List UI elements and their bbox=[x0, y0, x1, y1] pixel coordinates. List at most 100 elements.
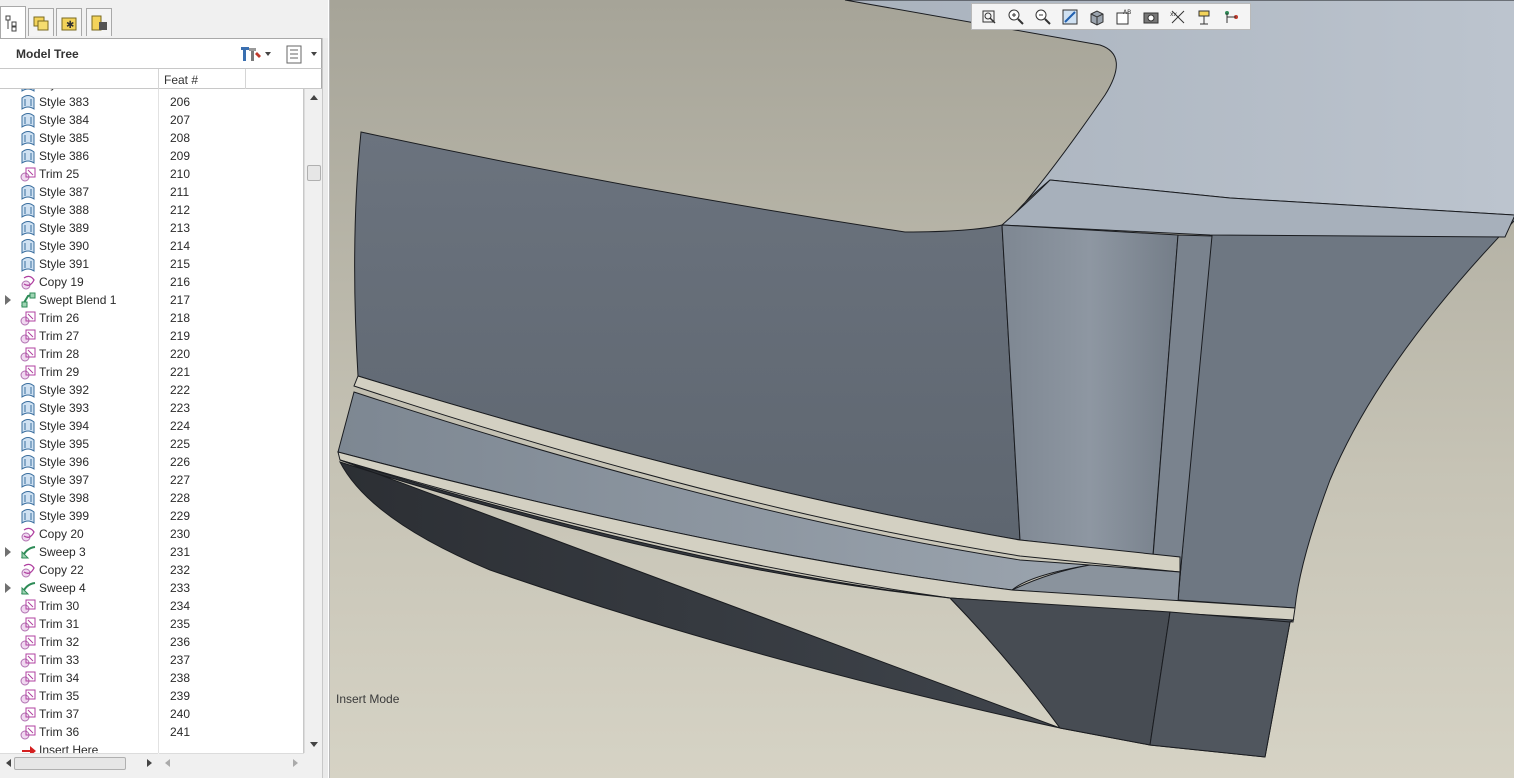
tree-row[interactable]: Sweep 4 233 bbox=[0, 579, 303, 597]
datum-display-button[interactable]: xx bbox=[1164, 5, 1191, 28]
expand-arrow-icon[interactable] bbox=[5, 295, 11, 305]
column-divider[interactable] bbox=[158, 69, 159, 89]
tree-row[interactable]: Swept Blend 1 217 bbox=[0, 291, 303, 309]
repaint-button[interactable] bbox=[1056, 5, 1083, 28]
tree-horizontal-scrollbar[interactable] bbox=[0, 753, 158, 771]
scroll-right-button[interactable] bbox=[141, 754, 158, 771]
graphics-viewport[interactable]: AB xx Insert Mode bbox=[329, 0, 1514, 778]
tree-row[interactable]: Style 389 213 bbox=[0, 219, 303, 237]
tree-row[interactable]: Trim 34 238 bbox=[0, 669, 303, 687]
scroll-thumb[interactable] bbox=[307, 165, 321, 181]
tree-row[interactable]: Trim 28 220 bbox=[0, 345, 303, 363]
feature-number: 221 bbox=[170, 365, 191, 379]
trim-icon bbox=[20, 365, 36, 380]
feat-number-column-header[interactable]: Feat # bbox=[164, 73, 198, 87]
tree-row[interactable]: Trim 35 239 bbox=[0, 687, 303, 705]
trim-icon bbox=[20, 689, 36, 704]
tree-row[interactable]: Sweep 3 231 bbox=[0, 543, 303, 561]
panel-splitter[interactable] bbox=[322, 38, 328, 778]
feature-name: Trim 28 bbox=[39, 347, 80, 361]
tree-row[interactable]: Style 388 212 bbox=[0, 201, 303, 219]
tree-row[interactable]: Insert Here bbox=[0, 741, 303, 753]
column-horizontal-scrollbar[interactable] bbox=[159, 753, 304, 771]
zoom-in-button[interactable] bbox=[1002, 5, 1029, 28]
spin-center-button[interactable] bbox=[1218, 5, 1245, 28]
tree-row[interactable]: Trim 26 218 bbox=[0, 309, 303, 327]
tree-row[interactable]: Style 391 215 bbox=[0, 255, 303, 273]
tree-vertical-scrollbar[interactable] bbox=[304, 89, 322, 753]
tree-row[interactable]: Style 397 227 bbox=[0, 471, 303, 489]
tree-row[interactable]: Trim 37 240 bbox=[0, 705, 303, 723]
annotation-display-button[interactable] bbox=[1191, 5, 1218, 28]
tree-row[interactable]: Style 385 208 bbox=[0, 129, 303, 147]
column-divider[interactable] bbox=[245, 69, 246, 89]
tree-row[interactable]: Trim 30 234 bbox=[0, 597, 303, 615]
expand-arrow-icon[interactable] bbox=[5, 547, 11, 557]
refit-icon bbox=[982, 10, 996, 24]
zoom-out-button[interactable] bbox=[1029, 5, 1056, 28]
arrow-right-icon bbox=[147, 758, 152, 767]
tree-row[interactable]: Copy 20 230 bbox=[0, 525, 303, 543]
navigator-tab-model-player[interactable] bbox=[86, 8, 112, 36]
feature-number: 227 bbox=[170, 473, 191, 487]
scroll-left-button[interactable] bbox=[159, 754, 176, 771]
sweep-icon bbox=[21, 582, 36, 595]
tree-row[interactable]: Style 395 225 bbox=[0, 435, 303, 453]
tree-row[interactable]: Trim 31 235 bbox=[0, 615, 303, 633]
expand-arrow-icon[interactable] bbox=[5, 583, 11, 593]
navigator-tab-folder-browser[interactable] bbox=[28, 8, 54, 36]
corner-surface[interactable] bbox=[1001, 224, 1179, 556]
view-manager-button[interactable] bbox=[1137, 5, 1164, 28]
display-style-button[interactable] bbox=[1083, 5, 1110, 28]
feature-name: Style 386 bbox=[39, 149, 90, 163]
tree-row[interactable]: Copy 22 232 bbox=[0, 561, 303, 579]
scroll-thumb[interactable] bbox=[14, 757, 126, 770]
scroll-down-button[interactable] bbox=[305, 736, 322, 753]
scroll-right-button[interactable] bbox=[287, 754, 304, 771]
tree-row[interactable]: Trim 25 210 bbox=[0, 165, 303, 183]
tree-row[interactable]: Trim 36 241 bbox=[0, 723, 303, 741]
3d-model-view[interactable] bbox=[330, 0, 1514, 778]
feature-number: 205 bbox=[170, 89, 190, 91]
tree-row[interactable]: Style 386 209 bbox=[0, 147, 303, 165]
feature-name: Style 391 bbox=[39, 257, 90, 271]
tree-row[interactable]: Copy 19 216 bbox=[0, 273, 303, 291]
tree-row[interactable]: Style 396 226 bbox=[0, 453, 303, 471]
feature-number: 234 bbox=[170, 599, 191, 613]
navigator-tab-favorites[interactable]: ✱ bbox=[56, 8, 82, 36]
feature-name: Style 393 bbox=[39, 401, 90, 415]
tree-row[interactable]: Style 390 214 bbox=[0, 237, 303, 255]
scroll-up-button[interactable] bbox=[305, 89, 322, 106]
tree-row[interactable]: Style 387 211 bbox=[0, 183, 303, 201]
trim-icon bbox=[20, 671, 36, 686]
style-icon bbox=[21, 257, 35, 272]
arrow-down-icon bbox=[309, 742, 318, 747]
feature-name: Style 397 bbox=[39, 473, 90, 487]
tree-row[interactable]: Style 383 206 bbox=[0, 93, 303, 111]
feature-name: Style 390 bbox=[39, 239, 90, 253]
navigator-tab-model-tree[interactable] bbox=[0, 6, 26, 38]
model-tree[interactable]: Style 382205Style 383206Style 384207Styl… bbox=[0, 89, 304, 753]
tree-row[interactable]: Style 394 224 bbox=[0, 417, 303, 435]
feature-number: 233 bbox=[170, 581, 191, 595]
tree-show-button[interactable] bbox=[285, 43, 317, 65]
tree-row[interactable]: Trim 29 221 bbox=[0, 363, 303, 381]
valance-end-surface[interactable] bbox=[1149, 611, 1291, 758]
tree-row[interactable]: Style 384 207 bbox=[0, 111, 303, 129]
tree-row[interactable]: Trim 33 237 bbox=[0, 651, 303, 669]
style-icon bbox=[21, 509, 35, 524]
tree-row[interactable]: Trim 27 219 bbox=[0, 327, 303, 345]
tree-row[interactable]: Style 399 229 bbox=[0, 507, 303, 525]
saved-views-button[interactable]: AB bbox=[1110, 5, 1137, 28]
feature-number: 238 bbox=[170, 671, 191, 685]
tree-row[interactable]: Style 398 228 bbox=[0, 489, 303, 507]
tree-row[interactable]: Trim 32 236 bbox=[0, 633, 303, 651]
model-player-icon bbox=[91, 15, 107, 30]
tree-settings-button[interactable] bbox=[240, 43, 271, 65]
feature-number: 241 bbox=[170, 725, 191, 739]
feature-number: 223 bbox=[170, 401, 191, 415]
tree-row[interactable]: Style 393 223 bbox=[0, 399, 303, 417]
refit-button[interactable] bbox=[975, 5, 1002, 28]
tree-row[interactable]: Style 392 222 bbox=[0, 381, 303, 399]
feature-name: Copy 20 bbox=[39, 527, 84, 541]
